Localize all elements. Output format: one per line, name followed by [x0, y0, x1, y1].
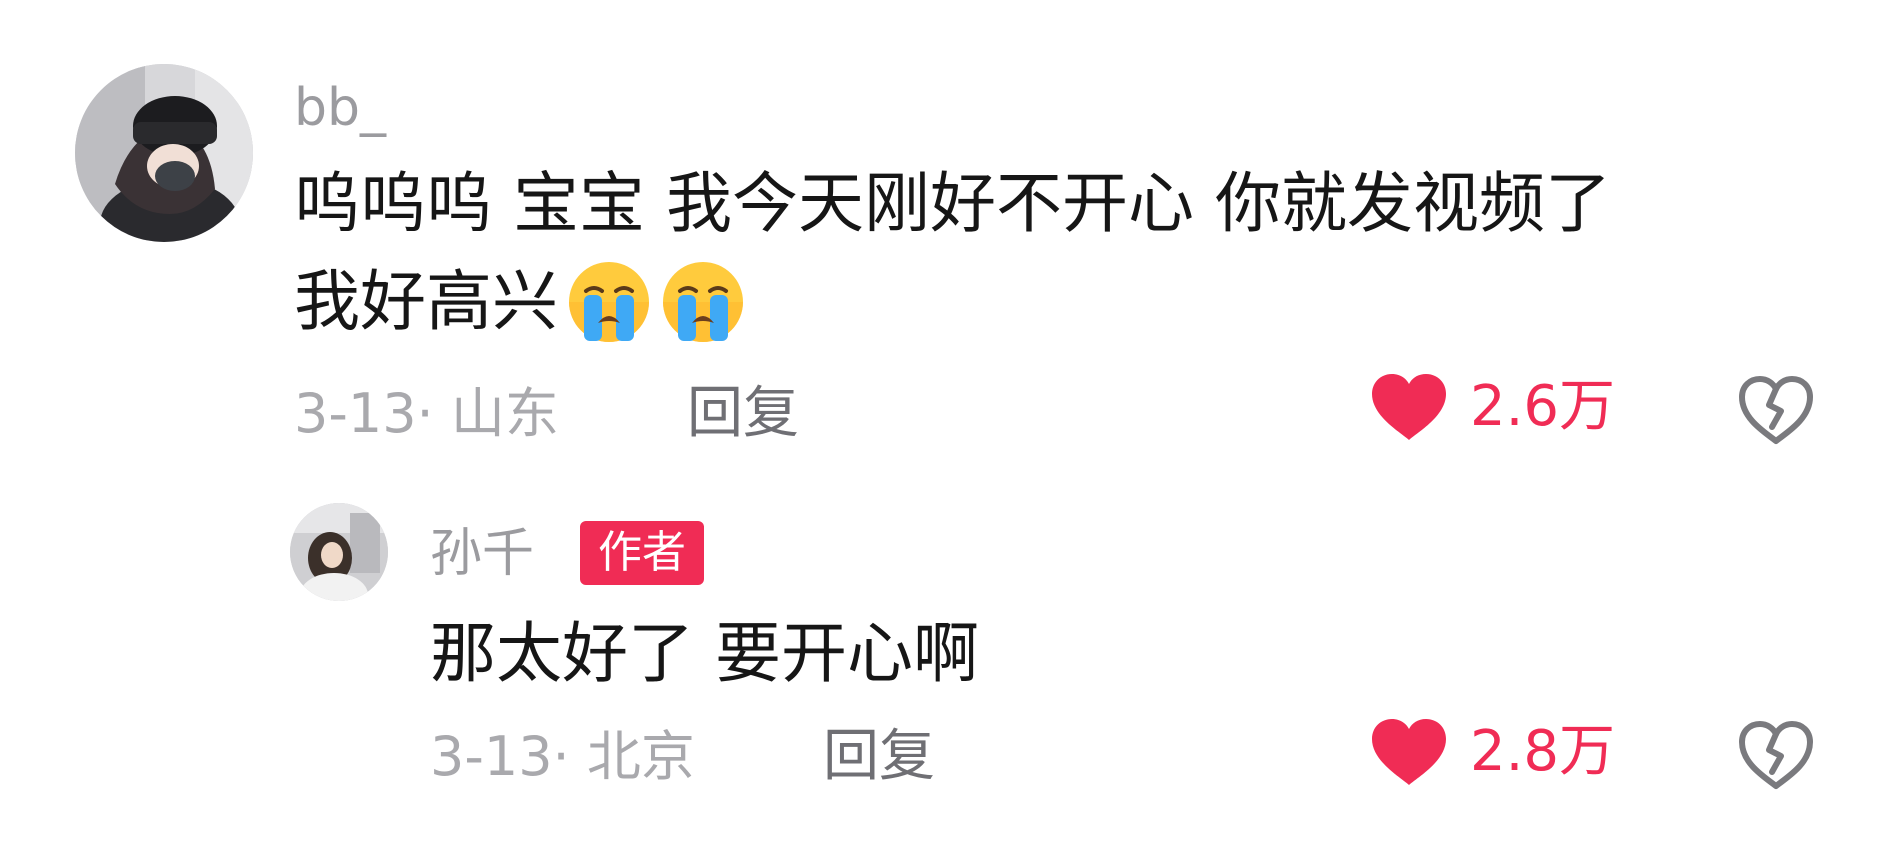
- avatar[interactable]: [75, 64, 253, 242]
- avatar[interactable]: [290, 503, 388, 601]
- username[interactable]: bb_: [294, 78, 386, 138]
- comment-text-line-2-label: 我好高兴: [294, 263, 558, 340]
- like-button[interactable]: 2.8万: [1370, 717, 1615, 787]
- avatar-photo: [75, 64, 253, 242]
- avatar-photo: [290, 503, 388, 601]
- comment-text-line-2: 我好高兴: [294, 254, 746, 350]
- reply-button[interactable]: 回复: [687, 382, 799, 446]
- like-count: 2.8万: [1470, 719, 1616, 784]
- heart-icon: [1372, 719, 1446, 785]
- like-count: 2.6万: [1470, 374, 1616, 439]
- dislike-button[interactable]: [1738, 720, 1814, 790]
- loudly-crying-face-icon: [566, 259, 652, 345]
- loudly-crying-face-icon: [660, 259, 746, 345]
- reply-date-location: 3-13· 北京: [430, 725, 695, 788]
- broken-heart-icon: [1739, 376, 1813, 444]
- reply-button[interactable]: 回复: [823, 725, 935, 789]
- comment-text-line-1: 呜呜呜 宝宝 我今天刚好不开心 你就发视频了: [294, 165, 1611, 242]
- comment-date-location: 3-13· 山东: [294, 382, 559, 445]
- broken-heart-icon: [1739, 721, 1813, 789]
- author-badge: 作者: [580, 521, 704, 585]
- heart-icon: [1372, 374, 1446, 440]
- like-button[interactable]: 2.6万: [1370, 372, 1615, 442]
- username[interactable]: 孙千: [430, 524, 534, 584]
- reply-text: 那太好了 要开心啊: [430, 615, 979, 692]
- dislike-button[interactable]: [1738, 375, 1814, 445]
